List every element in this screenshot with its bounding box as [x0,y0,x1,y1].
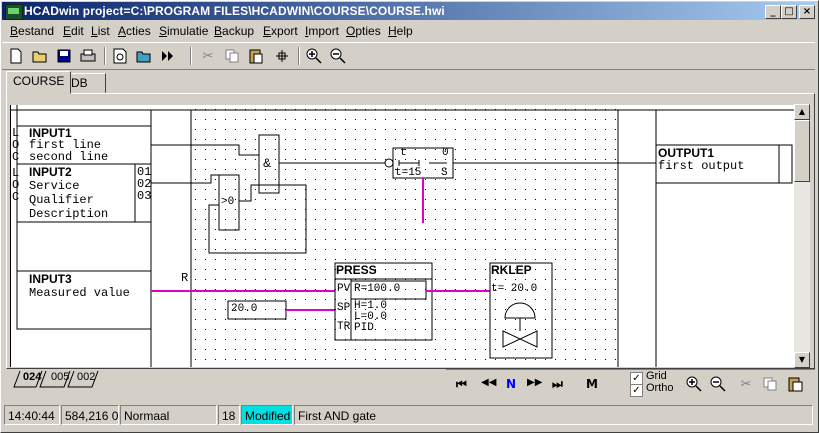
paste-icon[interactable] [786,374,806,394]
menu-edit[interactable]: Edit [63,24,84,38]
status-mode: Normaal [120,405,217,425]
status-modified-badge: Modified [241,405,293,425]
input2-line-1: Service [29,179,80,193]
align-icon[interactable] [272,46,292,66]
status-coords: 584,216 0 [61,405,119,425]
ortho-checkbox[interactable]: ✓ [630,384,643,397]
rklep-t: t= 20.0 [491,283,538,295]
and-gate-label: & [263,156,272,170]
menu-backup[interactable]: Backup [214,24,254,38]
inverter-circle [384,158,394,168]
timer-t: t [400,147,407,159]
output1-name: OUTPUT1 [658,146,715,160]
timer-s: S [441,167,448,179]
close-button[interactable]: × [799,5,815,19]
menu-simulatie[interactable]: Simulatie [159,24,208,38]
open-icon[interactable] [134,46,154,66]
toolbar: ✂ [2,42,815,70]
open-folder-icon[interactable] [30,46,50,66]
press-sp: SP [337,302,351,314]
page-tab-024[interactable]: 024 [20,371,44,386]
minimize-button[interactable]: _ [765,5,781,19]
tab-course[interactable]: COURSE [6,71,72,94]
new-page-button[interactable]: N [506,377,516,391]
maximize-button[interactable]: □ [781,5,797,19]
vertical-scrollbar[interactable]: ▲ ▼ [794,104,810,368]
input2-line-2: Qualifier [29,193,94,207]
new-file-icon[interactable] [6,46,26,66]
save-icon[interactable] [54,46,74,66]
status-count: 18 [218,405,240,425]
grid-label: Grid [646,370,667,382]
scroll-thumb[interactable] [794,120,810,182]
copy-icon[interactable] [222,46,242,66]
press-r: R=100.0 [354,283,401,295]
page-tab-005[interactable]: 005 [48,371,72,386]
diagram-canvas[interactable]: L O C INPUT1 first line second line L O … [10,105,794,367]
menu-bar: Bestand Edit List Acties Simulatie Backu… [2,21,815,41]
app-icon[interactable] [5,4,23,20]
input2-name: INPUT2 [29,165,72,179]
input1-line-2: second line [29,150,109,164]
menu-bestand[interactable]: Bestand [10,24,54,38]
menu-opties[interactable]: Opties [346,24,381,38]
input2-flag-c: C [12,190,20,204]
timer-zero: 0 [442,147,449,159]
input2-line-3: Description [29,207,109,221]
menu-acties[interactable]: Acties [118,24,151,38]
press-tr: TR [337,321,351,333]
output1-line: first output [658,159,745,173]
setpoint-value: 20.0 [231,303,258,315]
input3-name: INPUT3 [29,272,72,286]
cut-icon[interactable]: ✂ [736,374,756,394]
zoom-in-icon[interactable] [304,46,324,66]
rklep-name: RKLEP [491,263,532,277]
page-nav-bar: 024 005 002 ⏮ ◀◀ N ▶▶ ⏭ M ✓ Grid ✓ Ortho… [6,369,815,398]
next-page-icon[interactable]: ▶▶ [527,377,542,388]
input3-line-1: Measured value [29,286,130,300]
print-preview-icon[interactable] [110,46,130,66]
r-label: R [181,271,189,285]
menu-import[interactable]: Import [305,24,339,38]
window-title: HCADwin project=C:\PROGRAM FILES\HCADWIN… [24,4,445,18]
title-bar: HCADwin project=C:\PROGRAM FILES\HCADWIN… [2,2,815,20]
last-page-icon[interactable]: ⏭ [552,377,563,392]
timer-t15: t=15 [395,167,422,179]
print-icon[interactable] [78,46,98,66]
menu-help[interactable]: Help [388,24,413,38]
first-page-icon[interactable]: ⏮ [456,377,467,392]
input1-flag-c: C [12,150,20,164]
status-message: First AND gate [294,405,813,425]
scroll-up-icon[interactable]: ▲ [794,104,810,120]
input2-pin-03: 03 [137,189,152,203]
status-time: 14:40:44 [4,405,60,425]
prev-page-icon[interactable]: ◀◀ [481,377,496,388]
menu-list[interactable]: List [91,24,110,38]
press-pv: PV [337,283,351,295]
scroll-down-icon[interactable]: ▼ [794,352,810,368]
m-button[interactable]: M [586,377,598,391]
ortho-label: Ortho [646,382,674,394]
tab-strip: COURSE DB [2,71,815,94]
run-icon[interactable] [158,46,178,66]
press-pid: PID [354,322,374,334]
zoom-out-icon[interactable] [328,46,348,66]
zoom-out-icon[interactable] [708,374,728,394]
copy-icon[interactable] [760,374,780,394]
paste-icon[interactable] [246,46,266,66]
diagram-svg [11,105,794,367]
status-bar: 14:40:44 584,216 0 Normaal 18 Modified F… [2,403,815,428]
cut-icon[interactable]: ✂ [198,46,218,66]
press-name: PRESS [336,263,377,277]
gt-gate-label: >0 [221,196,235,208]
menu-export[interactable]: Export [263,24,298,38]
zoom-in-icon[interactable] [684,374,704,394]
page-tab-002[interactable]: 002 [74,371,98,386]
grid-dots [192,105,618,367]
